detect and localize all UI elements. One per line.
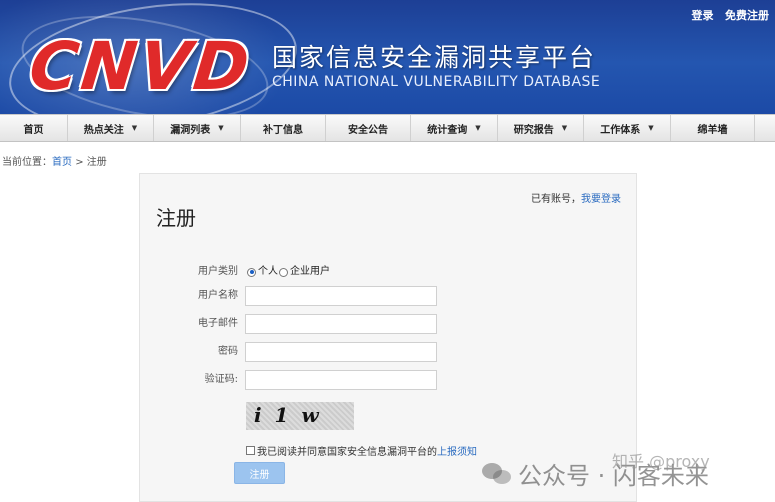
password-input[interactable] <box>245 342 437 362</box>
chevron-down-icon: ▼ <box>218 124 224 132</box>
chevron-down-icon: ▼ <box>561 124 568 132</box>
nav-label: 研究报告 <box>513 124 554 136</box>
main-nav: 首页 热点关注 ▼ 漏洞列表 ▼ 补丁信息 安全公告 统计查询 ▼ 研究报告 ▼ 工作体… <box>0 114 775 142</box>
go-login-link[interactable]: 我要登录 <box>581 194 621 205</box>
email-input[interactable] <box>245 314 437 334</box>
login-hint: 已有账号，我要登录 <box>531 190 621 205</box>
breadcrumb-prefix: 当前位置： <box>2 157 52 168</box>
user-type-radio-group: 个人 企业用户 <box>247 262 330 282</box>
nav-item-reports[interactable]: 研究报告 ▼ <box>498 115 584 141</box>
user-type-row: 用户类别 个人 企业用户 <box>140 262 636 282</box>
nav-label: 热点关注 <box>83 124 124 136</box>
report-notice-link[interactable]: 上报须知 <box>437 443 477 458</box>
page-title: 注册 <box>156 206 196 230</box>
breadcrumb-separator: > <box>75 157 84 168</box>
email-row: 电子邮件 <box>140 314 636 334</box>
nav-label: 绵羊墙 <box>697 124 728 136</box>
register-panel: 注册 已有账号，我要登录 用户类别 个人 企业用户 用户名称 电子邮件 密码 验… <box>139 173 637 502</box>
site-title-cn: 国家信息安全漏洞共享平台 <box>272 43 597 72</box>
captcha-text: i 1 w <box>254 403 322 427</box>
watermark: 公众号 · 闪客未来 知乎 @proxy <box>482 452 710 491</box>
zhihu-watermark: 知乎 @proxy <box>612 452 710 471</box>
username-input[interactable] <box>245 286 437 306</box>
user-type-label: 用户类别 <box>198 266 238 277</box>
radio-enterprise-label: 企业用户 <box>290 266 330 277</box>
top-links: 登录 免费注册 <box>684 7 770 23</box>
agree-row: 我已阅读并同意国家安全信息漏洞平台的 上报须知 <box>246 443 477 458</box>
nav-label: 统计查询 <box>427 124 468 136</box>
nav-item-hot[interactable]: 热点关注 ▼ <box>68 115 154 141</box>
breadcrumb-current: 注册 <box>86 157 107 168</box>
nav-item-home[interactable]: 首页 <box>0 115 68 141</box>
nav-label: 首页 <box>23 124 44 136</box>
breadcrumb: 当前位置：首页 > 注册 <box>2 153 107 168</box>
site-header: CNVD 国家信息安全漏洞共享平台 CHINA NATIONAL VULNERA… <box>0 0 775 114</box>
captcha-image[interactable]: i 1 w <box>246 402 354 430</box>
nav-item-vuln-list[interactable]: 漏洞列表 ▼ <box>154 115 241 141</box>
nav-item-system[interactable]: 工作体系 ▼ <box>584 115 671 141</box>
email-label: 电子邮件 <box>198 318 238 329</box>
site-title-en: CHINA NATIONAL VULNERABILITY DATABASE <box>272 74 601 90</box>
password-label: 密码 <box>218 346 238 357</box>
breadcrumb-home[interactable]: 首页 <box>52 157 72 168</box>
nav-label: 安全公告 <box>348 124 388 136</box>
nav-label: 补丁信息 <box>263 124 303 136</box>
chevron-down-icon: ▼ <box>648 124 654 132</box>
chevron-down-icon: ▼ <box>131 124 138 132</box>
login-link[interactable]: 登录 <box>692 9 714 22</box>
radio-personal-label: 个人 <box>258 266 278 277</box>
nav-item-wall[interactable]: 绵羊墙 <box>671 115 755 141</box>
radio-enterprise[interactable] <box>279 267 288 277</box>
nav-item-notice[interactable]: 安全公告 <box>326 115 411 141</box>
register-link[interactable]: 免费注册 <box>725 9 769 22</box>
captcha-row: 验证码: <box>140 370 636 390</box>
nav-label: 漏洞列表 <box>170 124 211 136</box>
nav-label: 工作体系 <box>600 124 641 136</box>
nav-item-patch[interactable]: 补丁信息 <box>241 115 326 141</box>
captcha-input[interactable] <box>245 370 437 390</box>
radio-personal[interactable] <box>247 267 256 277</box>
chevron-down-icon: ▼ <box>475 124 481 132</box>
username-row: 用户名称 <box>140 286 636 306</box>
cnvd-logo[interactable]: CNVD <box>26 28 256 105</box>
username-label: 用户名称 <box>198 290 238 301</box>
nav-item-stats[interactable]: 统计查询 ▼ <box>411 115 498 141</box>
login-hint-text: 已有账号， <box>531 194 581 205</box>
password-row: 密码 <box>140 342 636 362</box>
agree-checkbox[interactable] <box>246 446 255 455</box>
agree-text: 我已阅读并同意国家安全信息漏洞平台的 <box>257 447 437 458</box>
register-button[interactable]: 注册 <box>234 462 285 484</box>
wechat-icon <box>482 461 512 487</box>
captcha-label: 验证码: <box>204 374 238 385</box>
